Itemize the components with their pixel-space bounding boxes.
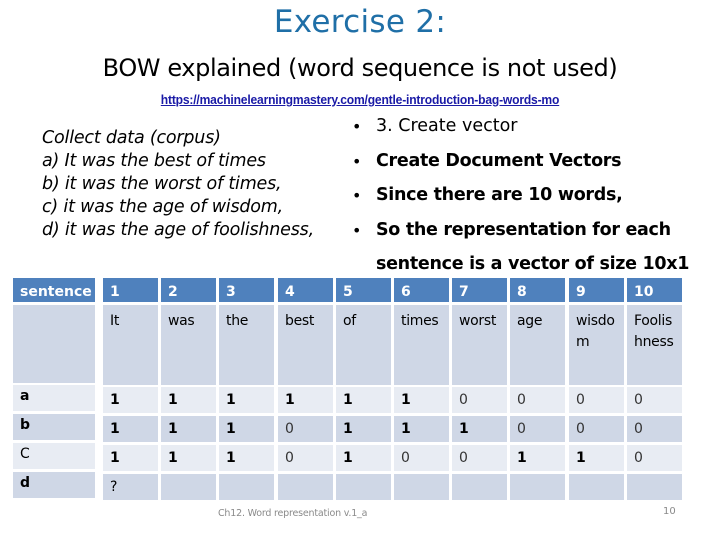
table-header-index: 8 <box>510 278 565 302</box>
table-cell: 0 <box>278 416 333 442</box>
table-cell: 1 <box>161 416 216 442</box>
table-cell <box>161 474 216 500</box>
table-cell <box>510 474 565 500</box>
table-cell <box>627 474 682 500</box>
table-cell <box>569 474 624 500</box>
table-cell: 1 <box>336 445 391 471</box>
corpus-sentence-a: a) It was the best of times <box>42 151 266 171</box>
corpus-list: Collect data (corpus) a) It was the best… <box>42 127 314 242</box>
table-vocab-label-cell <box>13 305 95 383</box>
table-row-label: b <box>13 414 95 440</box>
bullet-icon: • <box>352 186 362 205</box>
footer-text: Ch12. Word representation v.1_a <box>218 508 368 519</box>
table-cell: 1 <box>219 416 274 442</box>
table-cell: 0 <box>452 387 507 413</box>
table-header-index: 4 <box>278 278 333 302</box>
table-cell: 0 <box>278 445 333 471</box>
table-row-label: a <box>13 385 95 411</box>
source-link[interactable]: https://machinelearningmastery.com/gentl… <box>25 92 695 107</box>
table-cell: 1 <box>161 445 216 471</box>
table-vocab-word: best <box>278 305 333 385</box>
table-cell: 1 <box>569 445 624 471</box>
table-vocab-word: wisdo m <box>569 305 624 385</box>
table-cell: 1 <box>103 445 158 471</box>
table-row-label: C <box>13 443 95 469</box>
table-cell: 1 <box>103 416 158 442</box>
table-cell: 1 <box>103 387 158 413</box>
table-cell: ? <box>103 474 158 500</box>
table-cell: 1 <box>219 387 274 413</box>
table-vocab-word: was <box>161 305 216 385</box>
table-cell <box>219 474 274 500</box>
table-header-index: 10 <box>627 278 682 302</box>
table-row-label: d <box>13 472 95 498</box>
corpus-sentence-c: c) it was the age of wisdom, <box>42 197 284 217</box>
table-cell: 0 <box>394 445 449 471</box>
bullet-icon: • <box>352 117 362 136</box>
table-cell <box>394 474 449 500</box>
table-cell: 0 <box>627 416 682 442</box>
table-header-index: 2 <box>161 278 216 302</box>
bullet-text-continuation: sentence is a vector of size 10x1 <box>376 253 690 274</box>
table-header-index: 9 <box>569 278 624 302</box>
table-cell: 0 <box>627 387 682 413</box>
table-vocab-word: It <box>103 305 158 385</box>
table-cell: 1 <box>161 387 216 413</box>
table-vocab-word: of <box>336 305 391 385</box>
page-number: 10 <box>663 506 676 517</box>
table-vocab-word: the <box>219 305 274 385</box>
table-cell: 0 <box>510 387 565 413</box>
table-cell: 1 <box>394 387 449 413</box>
table-cell: 0 <box>627 445 682 471</box>
table-cell <box>452 474 507 500</box>
table-cell: 1 <box>336 387 391 413</box>
table-header-index: 5 <box>336 278 391 302</box>
table-header-index: 1 <box>103 278 158 302</box>
table-cell: 1 <box>452 416 507 442</box>
slide-subtitle: BOW explained (word sequence is not used… <box>102 54 618 82</box>
table-vocab-word: times <box>394 305 449 385</box>
table-cell: 0 <box>510 416 565 442</box>
table-cell: 1 <box>219 445 274 471</box>
bullet-icon: • <box>352 220 362 240</box>
table-vocab-word: worst <box>452 305 507 385</box>
bullet-icon: • <box>352 151 362 171</box>
corpus-sentence-d: d) it was the age of foolishness, <box>42 220 314 240</box>
table-vocab-word: age <box>510 305 565 385</box>
table-cell <box>336 474 391 500</box>
table-cell <box>278 474 333 500</box>
bullet-text: 3. Create vector <box>376 116 518 136</box>
table-cell: 1 <box>394 416 449 442</box>
slide-title: Exercise 2: <box>273 4 447 40</box>
table-header-index: 3 <box>219 278 274 302</box>
bullet-text: Create Document Vectors <box>376 150 622 171</box>
table-cell: 1 <box>336 416 391 442</box>
corpus-sentence-b: b) it was the worst of times, <box>42 174 282 194</box>
table-cell: 0 <box>569 416 624 442</box>
corpus-heading: Collect data (corpus) <box>42 128 221 148</box>
table-header-index: 7 <box>452 278 507 302</box>
table-vocab-word: Foolis hness <box>627 305 682 385</box>
table-header-sentence: sentence <box>13 278 95 302</box>
table-header-index: 6 <box>394 278 449 302</box>
bullet-text: So the representation for each <box>376 219 671 240</box>
table-cell: 1 <box>510 445 565 471</box>
table-cell: 0 <box>569 387 624 413</box>
bullet-text: Since there are 10 words, <box>376 185 623 205</box>
table-cell: 0 <box>452 445 507 471</box>
table-cell: 1 <box>278 387 333 413</box>
